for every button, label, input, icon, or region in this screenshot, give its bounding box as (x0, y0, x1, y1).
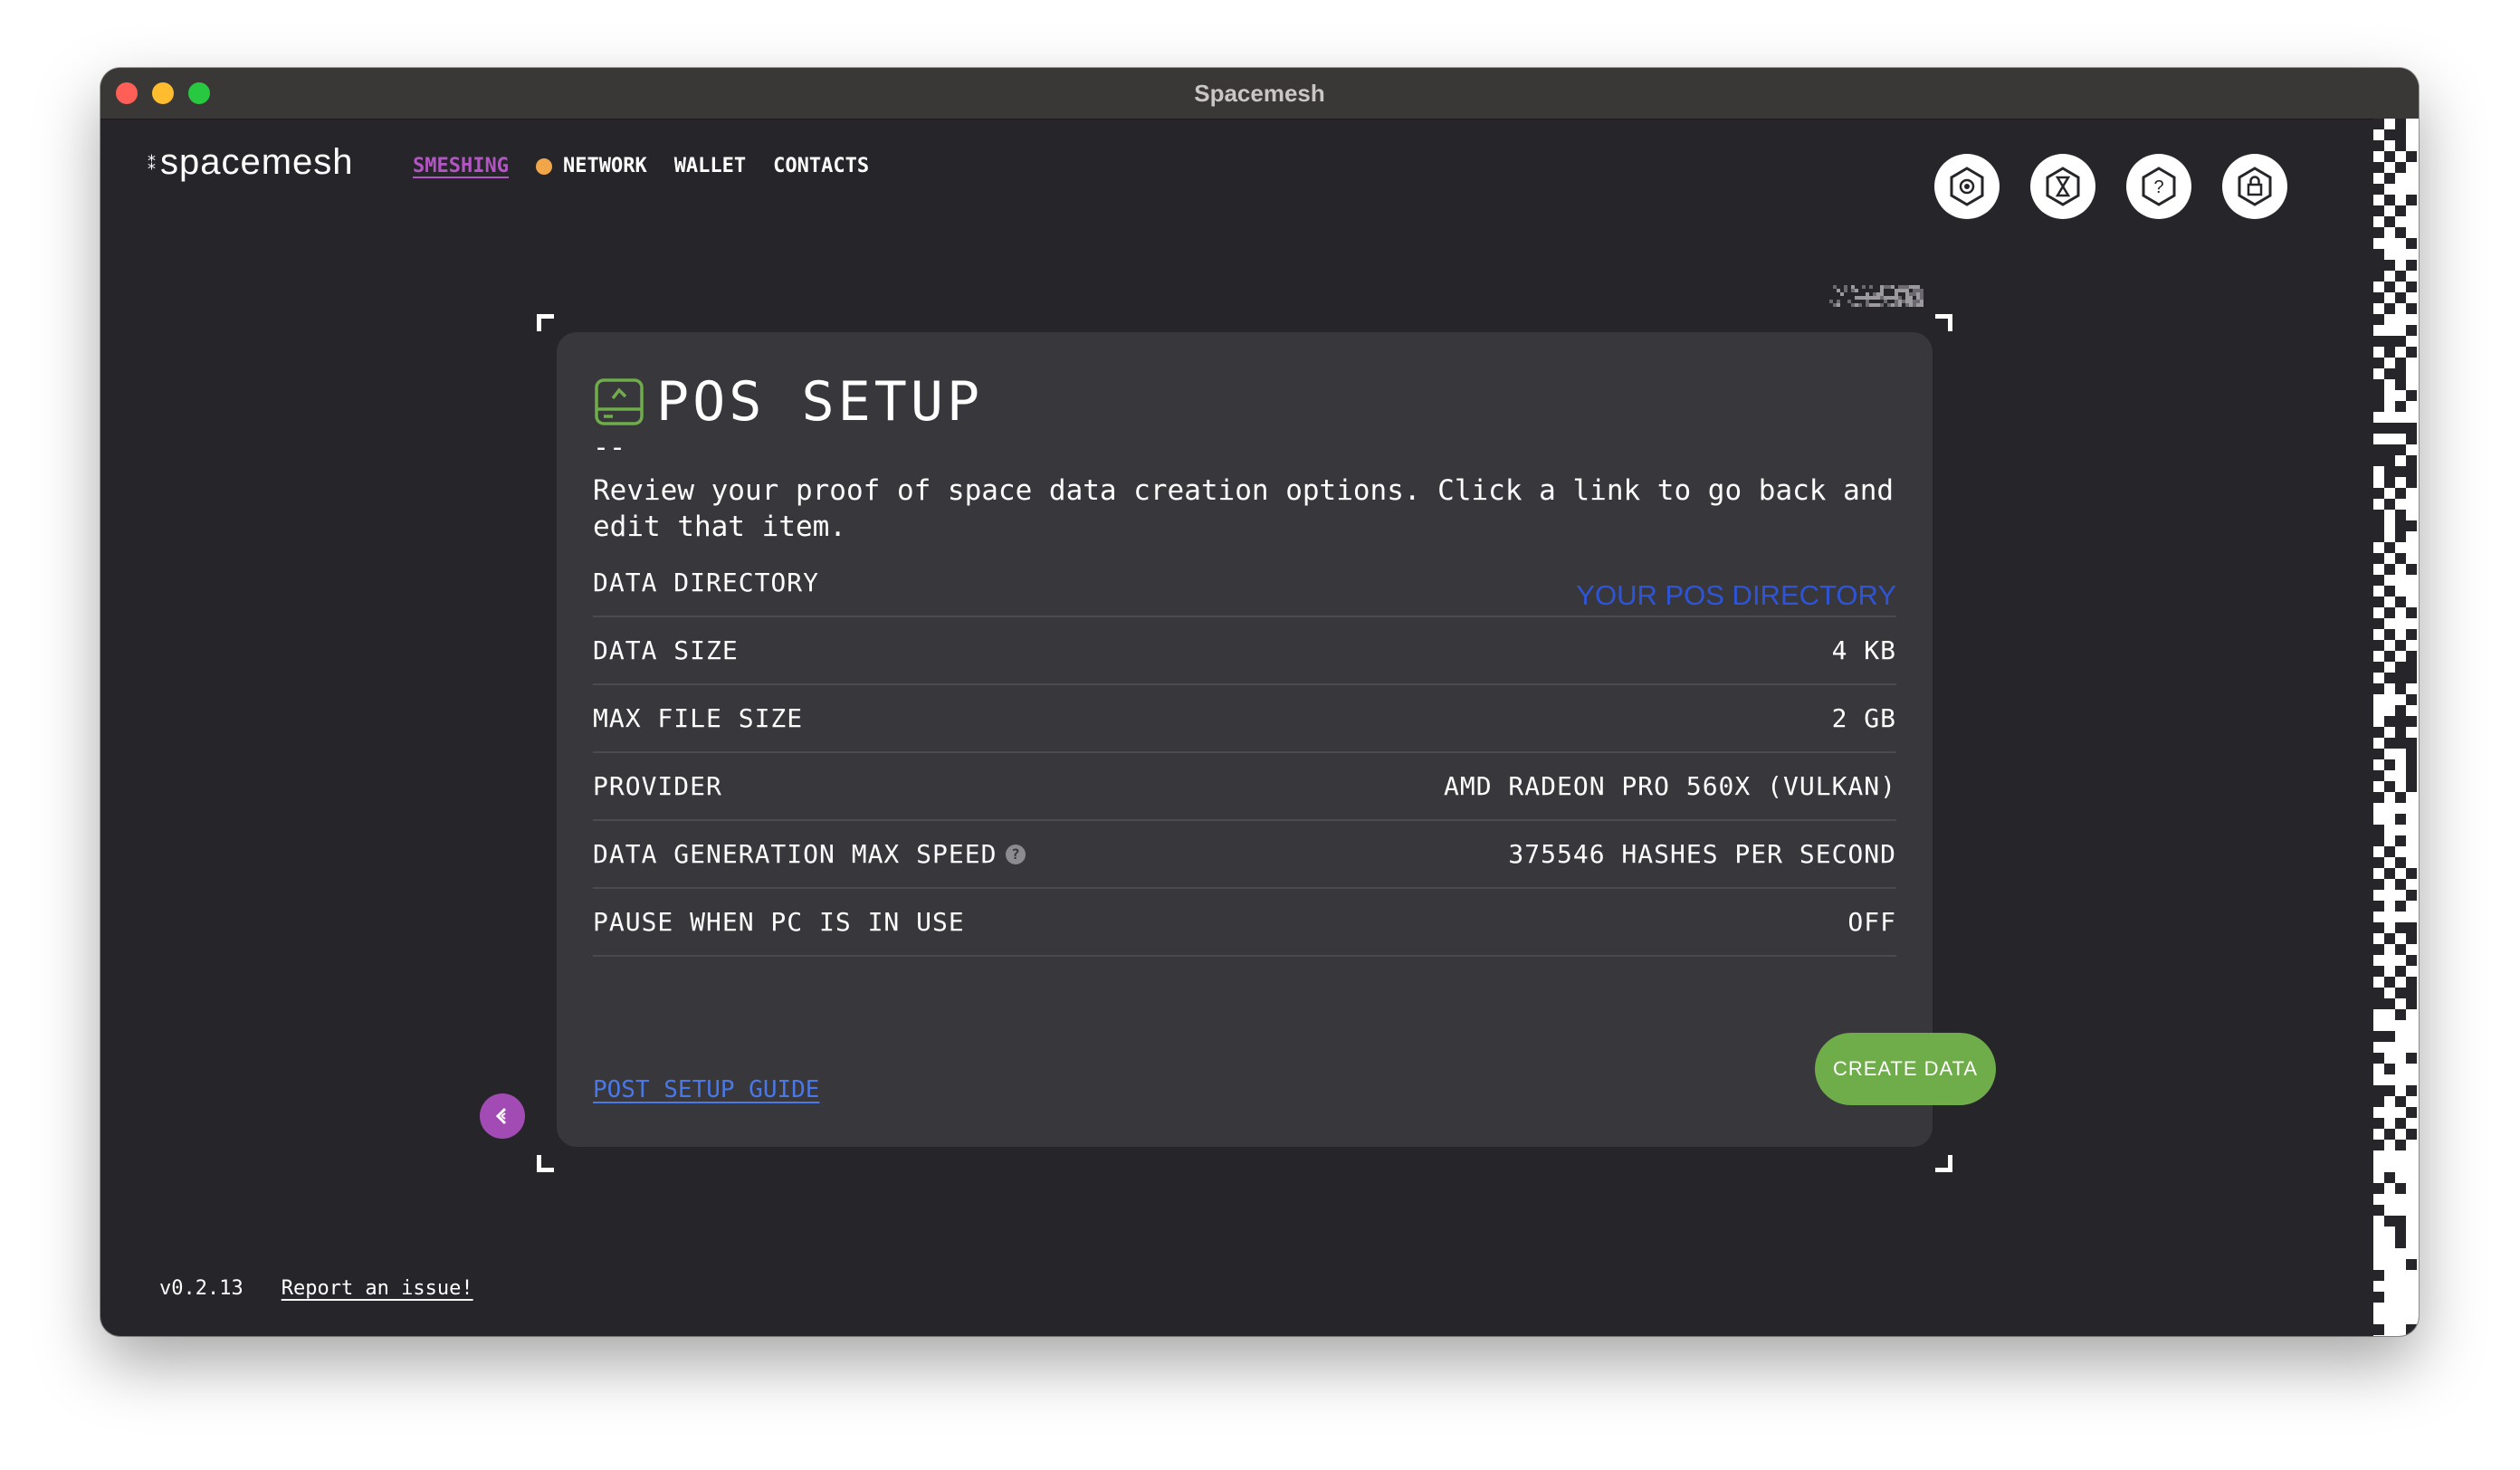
main-nav: SMESHING NETWORK WALLET CONTACTS (413, 155, 896, 177)
row-pause-when-in-use: PAUSE WHEN PC IS IN USE OFF (593, 889, 1896, 957)
post-setup-guide-link[interactable]: POST SETUP GUIDE (593, 1076, 819, 1103)
row-max-file-size: MAX FILE SIZE 2 GB (593, 685, 1896, 753)
row-label: MAX FILE SIZE (593, 703, 804, 733)
row-label: DATA DIRECTORY (593, 568, 820, 597)
report-issue-link[interactable]: Report an issue! (282, 1277, 473, 1300)
spacemesh-logo: ⁑ spacemesh (148, 142, 354, 183)
lock-hex-icon (2238, 167, 2272, 206)
timer-hex-icon (2046, 167, 2080, 206)
footer: v0.2.13 Report an issue! (159, 1277, 473, 1300)
hard-drive-icon (595, 378, 644, 425)
info-icon[interactable]: ? (1006, 844, 1026, 864)
row-label: DATA SIZE (593, 635, 739, 665)
data-directory-link[interactable]: YOUR POS DIRECTORY (1576, 579, 1896, 612)
app-window: Spacemesh ⁑ spacemesh SMESHING NETWORK WA… (100, 68, 2419, 1336)
nav-smeshing[interactable]: SMESHING (413, 155, 509, 177)
back-button[interactable] (480, 1093, 525, 1139)
svg-text:?: ? (2153, 177, 2163, 197)
nav-network[interactable]: NETWORK (535, 155, 647, 177)
row-data-directory: DATA DIRECTORY YOUR POS DIRECTORY (593, 549, 1896, 617)
panel-description: Review your proof of space data creation… (593, 474, 1895, 543)
pixel-noise-decoration (1829, 285, 1923, 307)
version-label: v0.2.13 (159, 1277, 243, 1300)
settings-hex-icon (1950, 167, 1984, 206)
pos-setup-panel: POS SETUP -- Review your proof of space … (557, 332, 1996, 1147)
row-label: DATA GENERATION MAX SPEED (593, 839, 998, 869)
row-label: PROVIDER (593, 771, 722, 801)
frame-corner-top-left (537, 314, 554, 331)
row-max-speed: DATA GENERATION MAX SPEED ? 375546 HASHE… (593, 821, 1896, 889)
checker-pattern-decoration (2373, 119, 2419, 1336)
title-bar: Spacemesh (100, 68, 2419, 119)
row-data-size: DATA SIZE 4 KB (593, 617, 1896, 685)
window-title: Spacemesh (1194, 80, 1325, 107)
row-value: OFF (1847, 907, 1896, 937)
nav-contacts[interactable]: CONTACTS (773, 155, 869, 177)
row-provider: PROVIDER AMD RADEON PRO 560X (VULKAN) (593, 753, 1896, 821)
help-button[interactable]: ? (2126, 154, 2191, 219)
timer-button[interactable] (2030, 154, 2095, 219)
row-value: 375546 HASHES PER SECOND (1508, 839, 1896, 869)
help-hex-icon: ? (2142, 167, 2176, 206)
settings-button[interactable] (1934, 154, 2000, 219)
create-data-button[interactable]: CREATE DATA (1815, 1033, 1996, 1105)
logo-mark-icon: ⁑ (148, 154, 157, 173)
row-label-with-info: DATA GENERATION MAX SPEED ? (593, 839, 1026, 869)
chevron-left-icon (495, 1107, 507, 1125)
lock-button[interactable] (2222, 154, 2287, 219)
row-value: 2 GB (1831, 703, 1896, 733)
settings-summary-list: DATA DIRECTORY YOUR POS DIRECTORY DATA S… (593, 549, 1896, 957)
network-status-dot (535, 158, 552, 175)
frame-corner-top-right (1935, 314, 1952, 331)
row-value: AMD RADEON PRO 560X (VULKAN) (1443, 771, 1896, 801)
nav-wallet[interactable]: WALLET (674, 155, 746, 177)
row-label: PAUSE WHEN PC IS IN USE (593, 907, 965, 937)
title-separator: -- (593, 432, 626, 463)
row-value: 4 KB (1831, 635, 1896, 665)
logo-text: spacemesh (160, 142, 354, 182)
frame-corner-bottom-right (1935, 1155, 1952, 1172)
nav-network-label: NETWORK (562, 155, 647, 177)
top-icon-bar: ? (1934, 154, 2318, 219)
panel-title: POS SETUP (656, 370, 984, 434)
panel-header: POS SETUP (593, 370, 983, 434)
frame-corner-bottom-left (537, 1155, 554, 1172)
